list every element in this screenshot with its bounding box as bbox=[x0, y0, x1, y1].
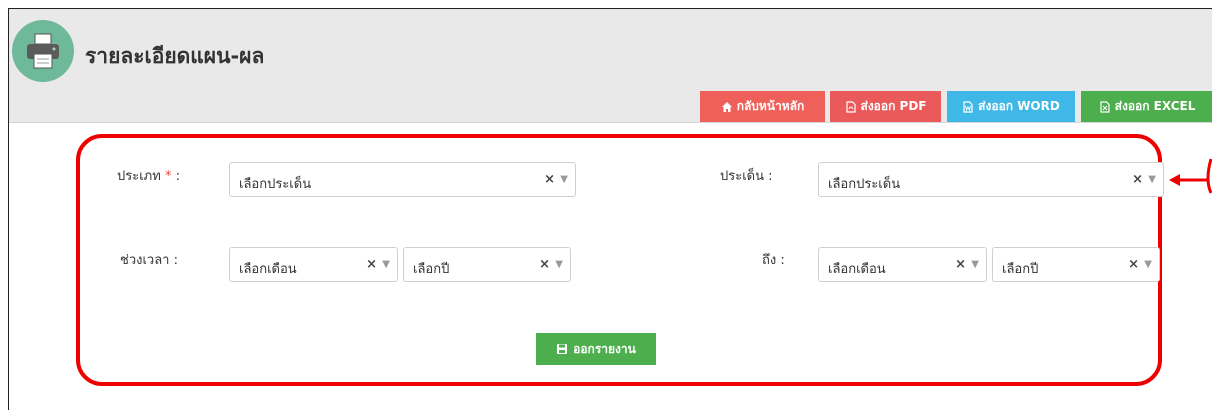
export-excel-button[interactable]: ส่งออก EXCEL bbox=[1081, 91, 1212, 122]
chevron-down-icon[interactable]: ▼ bbox=[971, 259, 979, 270]
chevron-down-icon[interactable]: ▼ bbox=[382, 259, 390, 270]
generate-report-label: ออกรายงาน bbox=[573, 341, 636, 356]
export-word-button[interactable]: ส่งออก WORD bbox=[947, 91, 1075, 122]
clear-icon[interactable]: × bbox=[544, 172, 555, 187]
issue-select[interactable]: เลือกประเด็น × ▼ bbox=[818, 162, 1164, 197]
clear-icon[interactable]: × bbox=[955, 257, 966, 272]
period-end-year-value: เลือกปี bbox=[1002, 262, 1039, 277]
chevron-down-icon[interactable]: ▼ bbox=[560, 174, 568, 185]
issue-label: ประเด็น : bbox=[720, 169, 773, 184]
generate-report-button[interactable]: ออกรายงาน bbox=[536, 333, 656, 365]
type-label: ประเภท * : bbox=[117, 165, 180, 186]
excel-file-icon bbox=[1100, 100, 1110, 113]
pdf-file-icon bbox=[845, 100, 856, 113]
clear-icon[interactable]: × bbox=[539, 257, 550, 272]
page-title: รายละเอียดแผน-ผล bbox=[85, 44, 265, 68]
chevron-down-icon[interactable]: ▼ bbox=[1144, 259, 1152, 270]
chevron-down-icon[interactable]: ▼ bbox=[1148, 174, 1156, 185]
type-label-colon: : bbox=[175, 169, 180, 184]
period-end-month-value: เลือกเดือน bbox=[828, 262, 886, 277]
period-end-year-select[interactable]: เลือกปี × ▼ bbox=[992, 247, 1160, 282]
clear-icon[interactable]: × bbox=[366, 257, 377, 272]
period-end-month-select[interactable]: เลือกเดือน × ▼ bbox=[818, 247, 987, 282]
word-file-icon bbox=[963, 100, 973, 113]
chevron-down-icon[interactable]: ▼ bbox=[555, 259, 563, 270]
period-label: ช่วงเวลา : bbox=[120, 253, 178, 268]
home-icon bbox=[721, 101, 732, 112]
clear-icon[interactable]: × bbox=[1132, 172, 1143, 187]
to-label: ถึง : bbox=[762, 253, 785, 268]
home-button[interactable]: กลับหน้าหลัก bbox=[700, 91, 825, 122]
arrow-left-icon bbox=[1169, 158, 1212, 194]
save-icon bbox=[557, 344, 568, 354]
period-start-year-select[interactable]: เลือกปี × ▼ bbox=[403, 247, 571, 282]
issue-select-value: เลือกประเด็น bbox=[828, 177, 901, 192]
type-select[interactable]: เลือกประเด็น × ▼ bbox=[229, 162, 576, 197]
export-excel-label: ส่งออก EXCEL bbox=[1114, 99, 1196, 113]
export-pdf-button[interactable]: ส่งออก PDF bbox=[830, 91, 941, 122]
page-header: รายละเอียดแผน-ผล กลับหน้าหลัก ส่งออก PDF… bbox=[9, 9, 1212, 123]
export-word-label: ส่งออก WORD bbox=[978, 99, 1060, 113]
export-pdf-label: ส่งออก PDF bbox=[860, 99, 927, 113]
period-start-year-value: เลือกปี bbox=[413, 262, 450, 277]
clear-icon[interactable]: × bbox=[1128, 257, 1139, 272]
required-mark: * bbox=[164, 169, 172, 184]
period-start-month-select[interactable]: เลือกเดือน × ▼ bbox=[229, 247, 398, 282]
home-button-label: กลับหน้าหลัก bbox=[736, 99, 805, 113]
period-start-month-value: เลือกเดือน bbox=[239, 262, 297, 277]
type-select-value: เลือกประเด็น bbox=[239, 177, 312, 192]
type-label-text: ประเภท bbox=[117, 169, 161, 184]
printer-icon bbox=[27, 33, 59, 69]
